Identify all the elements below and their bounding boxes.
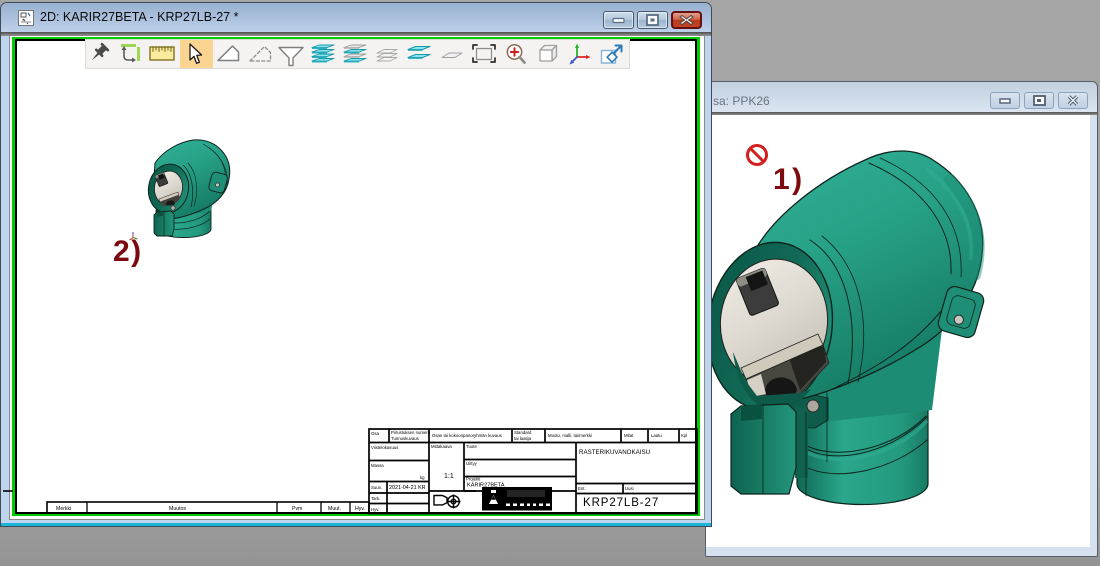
svg-text:Massa: Massa (371, 463, 384, 468)
svg-text:Osan tai kokoonpanoryhmän kuva: Osan tai kokoonpanoryhmän kuvaus (432, 433, 502, 438)
svg-text:Tark.: Tark. (371, 496, 380, 501)
svg-text:Suun.: Suun. (371, 485, 382, 490)
svg-text:Projekti: Projekti (466, 477, 480, 482)
svg-text:Uusi: Uusi (625, 486, 634, 491)
svg-text:Merkki: Merkki (56, 506, 71, 512)
svg-text:Kpl: Kpl (681, 433, 687, 438)
svg-text:Muutos: Muutos (169, 506, 186, 512)
svg-text:Osa: Osa (371, 431, 379, 436)
svg-text:1): 1) (773, 163, 805, 196)
svg-text:Tunnuskuvaus: Tunnuskuvaus (391, 436, 419, 441)
svg-text:Ent.: Ent. (578, 486, 586, 491)
svg-text:Laatu: Laatu (651, 433, 662, 438)
svg-text:Muoto, malli, tai/merkki: Muoto, malli, tai/merkki (548, 433, 592, 438)
svg-text:Pvm: Pvm (292, 506, 302, 512)
svg-text:Mitat: Mitat (624, 433, 634, 438)
svg-text:kg: kg (420, 475, 425, 480)
svg-text:2): 2) (113, 235, 143, 268)
svg-text:Hyv.: Hyv. (371, 507, 379, 512)
svg-text:Mittakaava: Mittakaava (431, 444, 452, 449)
svg-text:Standard: Standard (514, 430, 532, 435)
svg-text:RASTERIKUVANOKAISU: RASTERIKUVANOKAISU (579, 449, 650, 456)
svg-text:tai laatija: tai laatija (514, 436, 532, 441)
svg-text:Ui/tyy: Ui/tyy (466, 461, 478, 466)
svg-text:Muut.: Muut. (328, 506, 341, 512)
svg-text:2021-04-21 KR: 2021-04-21 KR (389, 485, 426, 491)
svg-text:1:1: 1:1 (444, 473, 454, 480)
svg-text:KRP27LB-27: KRP27LB-27 (583, 497, 659, 509)
svg-text:Hyv.: Hyv. (355, 506, 365, 512)
svg-text:Piirustuksen numero: Piirustuksen numero (391, 430, 431, 435)
svg-text:Tuote: Tuote (466, 444, 477, 449)
svg-text:Viistelokasuus: Viistelokasuus (371, 445, 398, 450)
